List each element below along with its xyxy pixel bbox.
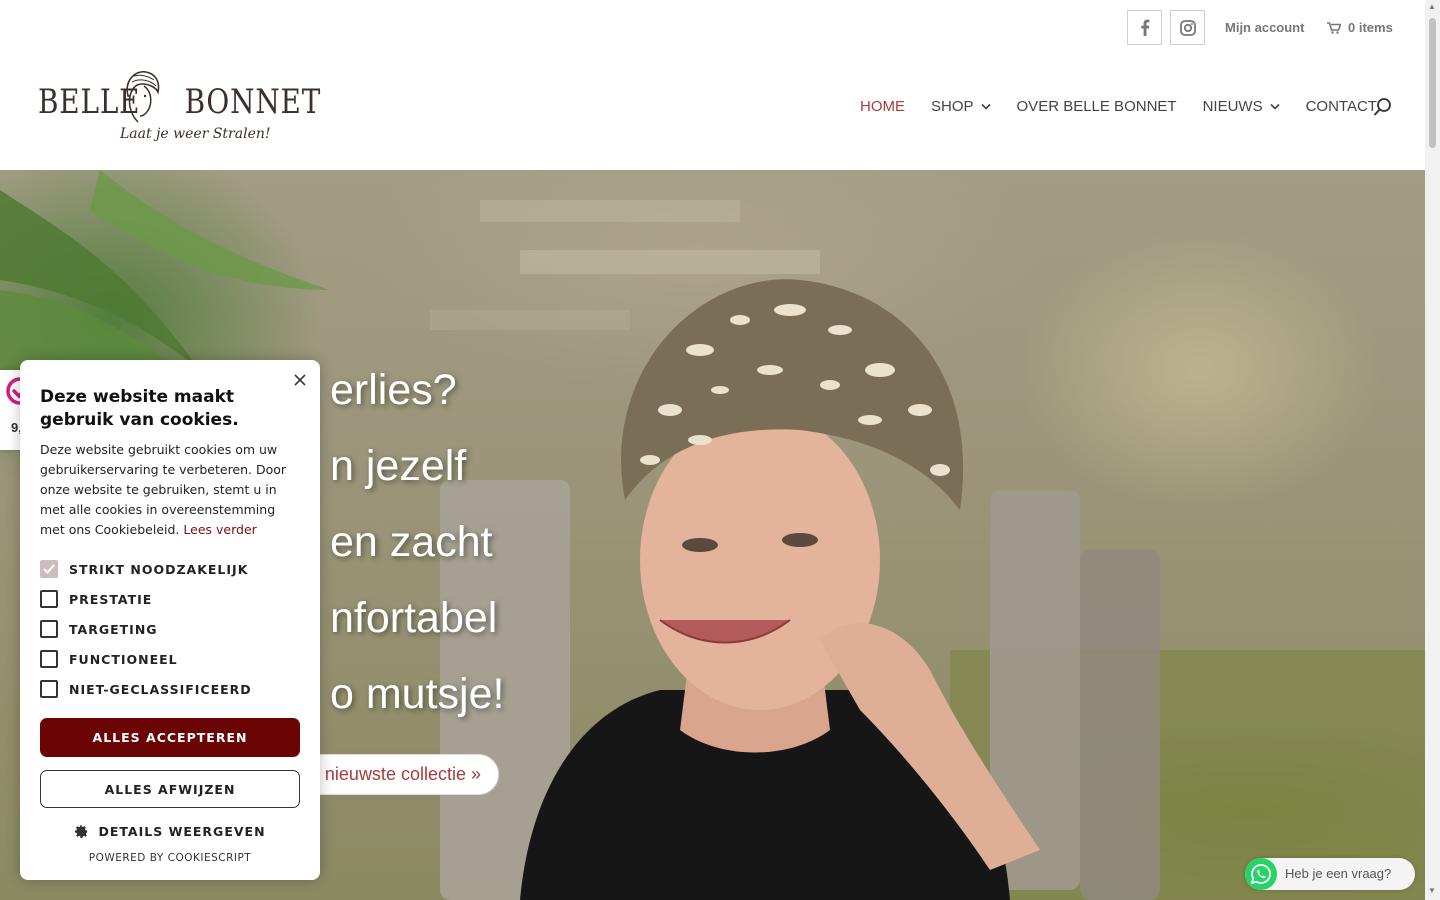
nav-label-contact: CONTACT: [1305, 98, 1377, 115]
hero-line-3: en zacht: [330, 518, 493, 566]
hero-line-5: o mutsje!: [330, 670, 505, 718]
instagram-icon: [1179, 19, 1196, 36]
logo-face-icon: [126, 71, 160, 123]
site-header: Mijn account 0 items BELLE BONNET Laat je…: [0, 0, 1425, 170]
powered-by-cookiescript[interactable]: POWERED BY COOKIESCRIPT: [20, 852, 320, 864]
cookie-category-label: PRESTATIE: [69, 591, 153, 607]
nav-item-nieuws[interactable]: NIEUWS: [1203, 98, 1280, 115]
hero-collection-button[interactable]: nieuwste collectie »: [290, 754, 499, 795]
checkbox[interactable]: [40, 590, 58, 608]
my-account-link[interactable]: Mijn account: [1225, 20, 1304, 35]
page-scrollbar[interactable]: ▲ ▼: [1425, 0, 1440, 900]
checkbox-checked[interactable]: [40, 560, 58, 578]
nav-item-home[interactable]: HOME: [860, 98, 905, 115]
cookie-title: Deze website maakt gebruik van cookies.: [40, 387, 239, 430]
cart-link[interactable]: 0 items: [1327, 20, 1393, 35]
cart-icon: [1327, 21, 1341, 34]
whatsapp-icon: [1245, 858, 1277, 890]
main-nav: HOME SHOP OVER BELLE BONNET NIEUWS CONTA…: [860, 98, 1403, 115]
instagram-link[interactable]: [1170, 10, 1205, 45]
hero-line-1: erlies?: [330, 366, 457, 414]
cookie-category-label: NIET-GECLASSIFICEERD: [69, 681, 252, 697]
cookie-category-targeting[interactable]: TARGETING: [40, 620, 158, 638]
cookie-category-unclassified[interactable]: NIET-GECLASSIFICEERD: [40, 680, 252, 698]
search-button[interactable]: [1373, 97, 1393, 117]
cookie-category-functional[interactable]: FUNCTIONEEL: [40, 650, 178, 668]
cookie-category-performance[interactable]: PRESTATIE: [40, 590, 152, 608]
search-icon: [1373, 98, 1391, 116]
accept-all-button[interactable]: ALLES ACCEPTEREN: [40, 718, 300, 757]
cookie-category-strict[interactable]: STRIKT NOODZAKELIJK: [40, 560, 248, 578]
cookie-read-more-link[interactable]: Lees verder: [183, 522, 256, 537]
scroll-down-icon[interactable]: ▼: [1428, 886, 1436, 895]
whatsapp-chat-button[interactable]: Heb je een vraag?: [1245, 858, 1415, 890]
nav-label-over: OVER BELLE BONNET: [1016, 98, 1177, 115]
whatsapp-label: Heb je een vraag?: [1285, 866, 1392, 881]
close-icon: [294, 374, 306, 386]
chevron-down-icon: [1270, 103, 1280, 110]
cookie-consent-dialog: Deze website maakt gebruik van cookies. …: [20, 360, 320, 880]
nav-item-shop[interactable]: SHOP: [931, 98, 991, 115]
checkbox[interactable]: [40, 650, 58, 668]
cart-count: 0 items: [1348, 20, 1393, 35]
cookie-category-label: STRIKT NOODZAKELIJK: [69, 561, 249, 577]
hero-line-2: n jezelf: [330, 442, 467, 490]
hero-line-4: nfortabel: [330, 594, 498, 642]
reject-all-button[interactable]: ALLES AFWIJZEN: [40, 770, 300, 808]
nav-label-nieuws: NIEUWS: [1202, 98, 1263, 115]
cookie-close-button[interactable]: [292, 372, 308, 388]
check-icon: [43, 564, 55, 574]
nav-item-over-belle-bonnet[interactable]: OVER BELLE BONNET: [1017, 98, 1177, 115]
facebook-icon: [1140, 19, 1149, 36]
facebook-link[interactable]: [1127, 10, 1162, 45]
nav-label-shop: SHOP: [931, 98, 974, 115]
show-details-label: DETAILS WEERGEVEN: [98, 824, 266, 839]
logo-word-bonnet: BONNET: [184, 82, 322, 122]
scroll-up-icon[interactable]: ▲: [1428, 2, 1436, 11]
site-logo[interactable]: BELLE BONNET Laat je weer Stralen!: [36, 62, 320, 152]
cookie-category-label: TARGETING: [69, 621, 158, 637]
checkbox[interactable]: [40, 620, 58, 638]
nav-label-home: HOME: [860, 98, 905, 115]
nav-item-contact[interactable]: CONTACT: [1306, 98, 1377, 115]
chevron-down-icon: [980, 103, 991, 110]
show-details-button[interactable]: DETAILS WEERGEVEN: [20, 824, 320, 839]
logo-wordmark: BELLE BONNET: [38, 82, 321, 122]
scrollbar-thumb[interactable]: [1429, 18, 1436, 148]
logo-tagline: Laat je weer Stralen!: [120, 126, 271, 142]
checkbox[interactable]: [40, 680, 58, 698]
cookie-description: Deze website gebruikt cookies om uw gebr…: [40, 440, 302, 540]
cookie-category-label: FUNCTIONEEL: [69, 651, 178, 667]
gear-icon: [75, 824, 88, 839]
